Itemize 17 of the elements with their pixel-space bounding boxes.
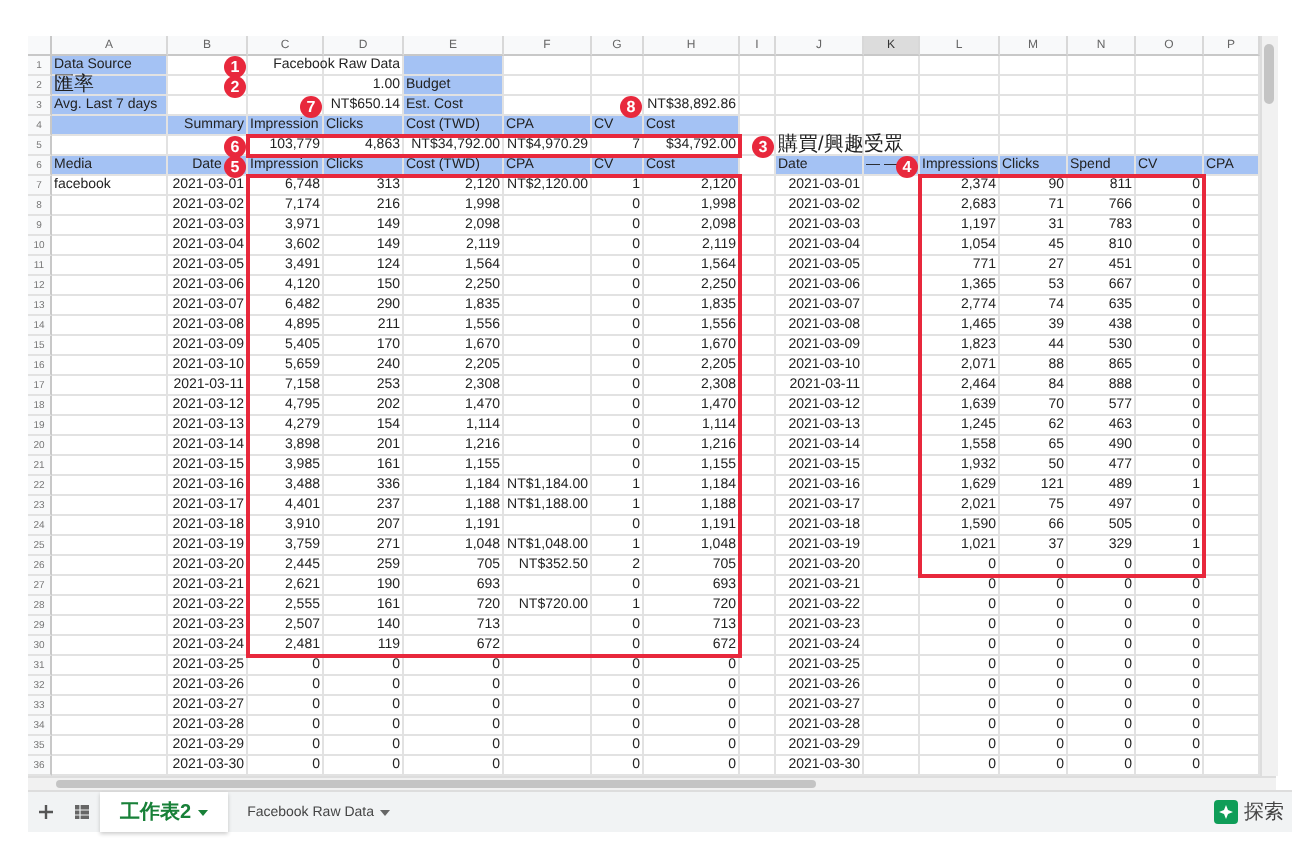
- sheet-tab[interactable]: 工作表2: [100, 792, 228, 832]
- callout-number: 3: [752, 135, 774, 157]
- sparkle-icon: [1214, 800, 1238, 824]
- callout-number: 2: [224, 75, 246, 97]
- scrollbar[interactable]: [28, 776, 1276, 790]
- scrollbar[interactable]: [1260, 36, 1278, 776]
- callout-number: 1: [224, 55, 246, 77]
- table-cell: 匯率: [52, 76, 168, 96]
- callout-number: 8: [620, 95, 642, 117]
- grid-icon: [74, 804, 90, 820]
- explore-button[interactable]: 探索: [1206, 792, 1292, 832]
- table-cell: [404, 56, 504, 76]
- select-all-button[interactable]: [28, 36, 52, 56]
- caret-icon: [197, 809, 208, 815]
- plus-icon: [38, 804, 54, 820]
- caret-icon: [379, 809, 390, 815]
- table-cell: [52, 116, 168, 136]
